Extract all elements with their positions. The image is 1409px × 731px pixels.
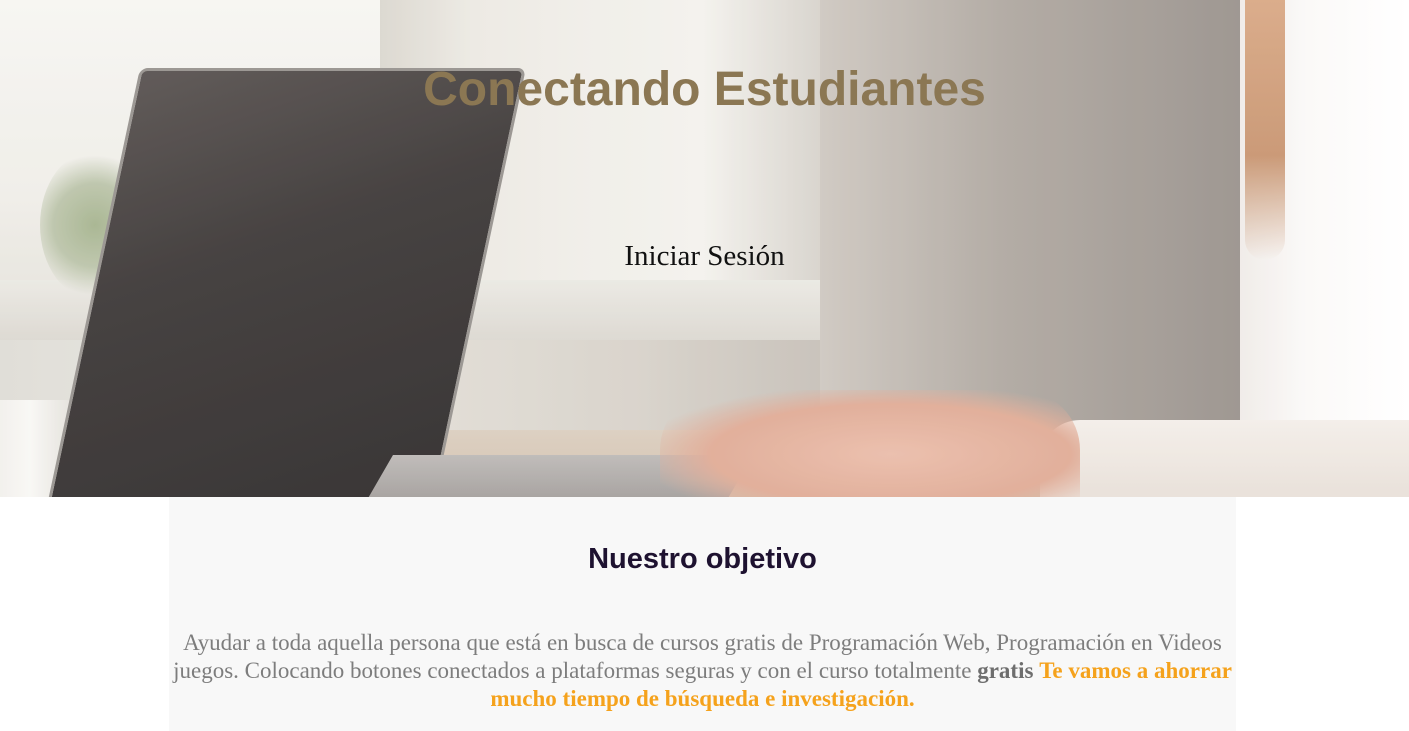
objective-free-word: gratis <box>977 658 1034 683</box>
site-title: Conectando Estudiantes <box>423 63 986 116</box>
objective-section: Nuestro objetivo Ayudar a toda aquella p… <box>169 497 1236 731</box>
hero-banner: Conectando Estudiantes Iniciar Sesión <box>0 0 1409 497</box>
login-link-label[interactable]: Iniciar Sesión <box>618 240 790 273</box>
login-link[interactable]: Iniciar Sesión <box>0 240 1409 273</box>
objective-paragraph: Ayudar a toda aquella persona que está e… <box>171 629 1234 713</box>
objective-heading: Nuestro objetivo <box>588 543 817 575</box>
